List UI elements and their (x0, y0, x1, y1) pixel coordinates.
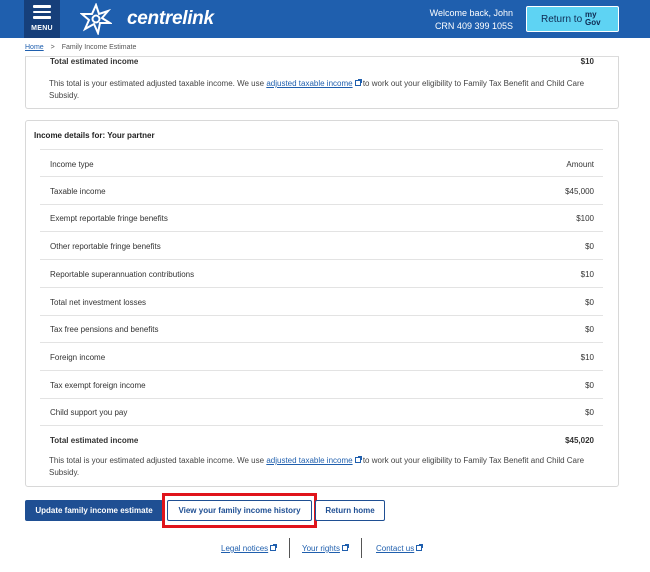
table-row: Other reportable fringe benefits $0 (40, 232, 603, 260)
row-amount: $0 (585, 325, 594, 334)
row-name: Exempt reportable fringe benefits (50, 214, 168, 223)
menu-label: MENU (31, 25, 53, 32)
view-history-button[interactable]: View your family income history (167, 500, 312, 521)
external-link-icon (416, 544, 424, 551)
row-name: Other reportable fringe benefits (50, 242, 161, 251)
row-name: Tax free pensions and benefits (50, 325, 159, 334)
footer-divider (361, 538, 362, 558)
row-amount: $0 (585, 408, 594, 417)
update-estimate-button[interactable]: Update family income estimate (25, 500, 163, 521)
footer-links: Legal notices Your rights Contact us (0, 538, 650, 558)
table-row: Reportable superannuation contributions … (40, 260, 603, 288)
menu-button[interactable]: MENU (24, 0, 60, 38)
footer-divider (289, 538, 290, 558)
table-row: Child support you pay $0 (40, 398, 603, 426)
contact-us-label: Contact us (376, 544, 415, 553)
row-amount: $0 (585, 242, 594, 251)
table-row: Total net investment losses $0 (40, 288, 603, 316)
table-header-row: Income type Amount (40, 149, 603, 177)
crn-text: CRN 409 399 105S (434, 21, 513, 31)
external-link-icon (354, 79, 362, 86)
site-header: MENU centrelink Welcome back, John CRN 4… (0, 0, 650, 38)
col-amount: Amount (566, 160, 594, 169)
top-total-row: Total estimated income $10 (40, 48, 603, 68)
top-note-before: This total is your estimated adjusted ta… (49, 79, 265, 88)
table-row: Tax exempt foreign income $0 (40, 371, 603, 399)
external-link-icon (354, 456, 362, 463)
top-link-label: adjusted taxable income (266, 79, 353, 88)
legal-notices-link[interactable]: Legal notices (221, 544, 278, 553)
legal-notices-label: Legal notices (221, 544, 269, 553)
your-rights-link[interactable]: Your rights (302, 544, 349, 553)
top-total-label: Total estimated income (50, 57, 139, 66)
row-amount: $0 (585, 381, 594, 390)
partner-link-label: adjusted taxable income (266, 456, 353, 465)
table-row: Taxable income $45,000 (40, 177, 603, 205)
row-amount: $0 (585, 298, 594, 307)
external-link-icon (270, 544, 278, 551)
partner-note-before: This total is your estimated adjusted ta… (49, 456, 265, 465)
menu-icon (33, 5, 51, 19)
welcome-text: Welcome back, John (429, 8, 513, 18)
centrelink-star-logo (80, 3, 112, 35)
row-name: Taxable income (50, 187, 106, 196)
partner-total-note: This total is your estimated adjusted ta… (49, 455, 609, 479)
external-link-icon (341, 544, 349, 551)
contact-us-link[interactable]: Contact us (376, 544, 424, 553)
col-income-type: Income type (50, 160, 94, 169)
brand-name[interactable]: centrelink (127, 8, 214, 30)
row-amount: $100 (576, 214, 594, 223)
return-to-mygov-button[interactable]: Return to my Gov (526, 6, 619, 32)
row-name: Foreign income (50, 353, 106, 362)
row-name: Tax exempt foreign income (50, 381, 146, 390)
return-home-button[interactable]: Return home (315, 500, 385, 521)
return-to-label: Return to (541, 14, 583, 25)
partner-card-title: Income details for: Your partner (34, 131, 155, 140)
row-name: Total net investment losses (50, 298, 147, 307)
partner-total-label: Total estimated income (50, 436, 139, 445)
row-amount: $10 (580, 353, 594, 362)
row-name: Child support you pay (50, 408, 128, 417)
row-amount: $45,000 (565, 187, 594, 196)
your-rights-label: Your rights (302, 544, 340, 553)
partner-total-value: $45,020 (565, 436, 594, 445)
table-row: Exempt reportable fringe benefits $100 (40, 204, 603, 232)
user-info: Welcome back, John CRN 409 399 105S (430, 7, 513, 33)
row-name: Reportable superannuation contributions (50, 270, 195, 279)
mygov-logo: my Gov (585, 11, 601, 27)
table-row: Tax free pensions and benefits $0 (40, 315, 603, 343)
partner-adjusted-taxable-income-link[interactable]: adjusted taxable income (266, 456, 362, 465)
partner-total-row: Total estimated income $45,020 (40, 426, 603, 454)
top-adjusted-taxable-income-link[interactable]: adjusted taxable income (266, 79, 362, 88)
top-total-value: $10 (580, 57, 594, 66)
row-amount: $10 (580, 270, 594, 279)
mygov-logo-line2: Gov (585, 18, 601, 27)
table-row: Foreign income $10 (40, 343, 603, 371)
top-total-note: This total is your estimated adjusted ta… (49, 78, 609, 102)
